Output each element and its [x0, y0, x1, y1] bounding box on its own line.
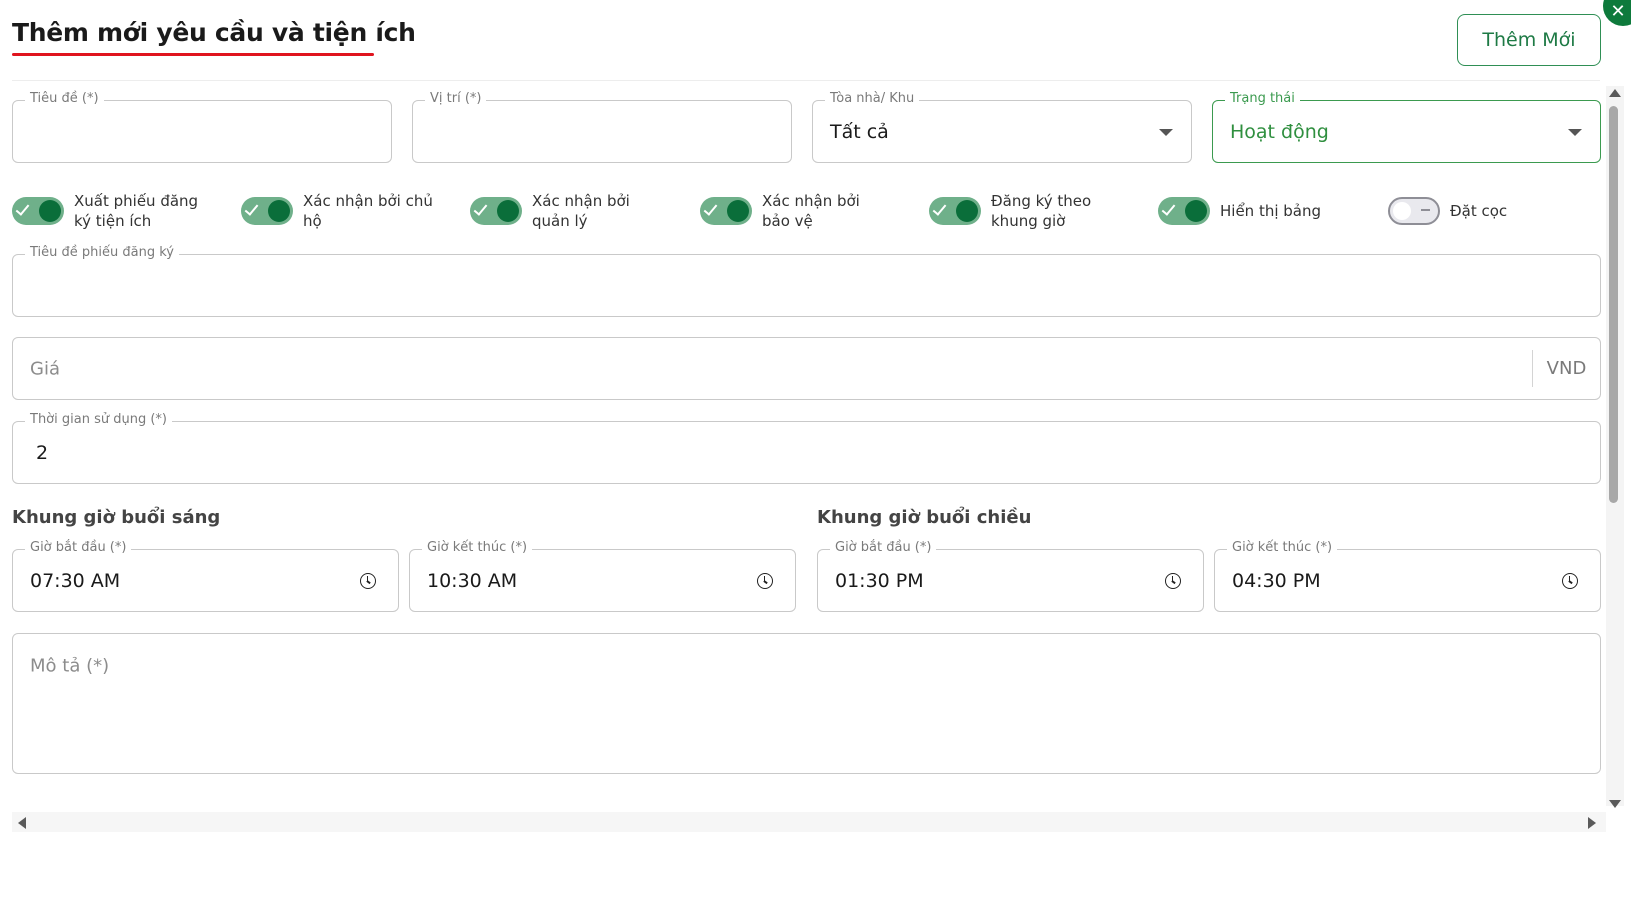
price-placeholder: Giá [30, 358, 60, 379]
afternoon-start-value: 01:30 PM [835, 569, 924, 592]
building-select-label: Tòa nhà/ Khu [825, 91, 920, 106]
toggle-label: Xuất phiếu đăng ký tiện ích [74, 192, 199, 230]
location-field-label: Vị trí (*) [425, 91, 487, 106]
morning-start-label: Giờ bắt đầu (*) [25, 540, 132, 555]
toggle-switch[interactable] [470, 197, 522, 225]
building-select-value: Tất cả [830, 120, 889, 143]
toggle-time-slot[interactable]: Đăng ký theo khung giờ [929, 189, 1121, 233]
morning-start-field[interactable]: Giờ bắt đầu (*) 07:30 AM [12, 540, 399, 612]
clock-icon[interactable] [1562, 572, 1578, 589]
toggle-switch[interactable] [12, 197, 64, 225]
toggle-confirm-guard[interactable]: Xác nhận bởi bảo vệ [700, 189, 892, 233]
check-icon [473, 201, 488, 216]
clock-icon[interactable] [360, 572, 376, 589]
chevron-down-icon [1159, 128, 1173, 136]
toggle-switch[interactable] [241, 197, 293, 225]
scroll-left-icon[interactable] [18, 817, 26, 829]
toggle-deposit[interactable]: Đặt cọc [1388, 189, 1580, 233]
header-divider [12, 80, 1600, 81]
toggle-label: Xác nhận bởi bảo vệ [762, 192, 860, 230]
afternoon-end-field[interactable]: Giờ kết thúc (*) 04:30 PM [1214, 540, 1601, 612]
usage-time-label: Thời gian sử dụng (*) [25, 412, 172, 427]
price-currency: VND [1532, 350, 1600, 387]
morning-end-value: 10:30 AM [427, 569, 518, 592]
status-select-label: Trạng thái [1225, 91, 1300, 106]
title-underline [12, 53, 374, 56]
check-icon [703, 201, 718, 216]
scroll-up-icon[interactable] [1609, 89, 1621, 97]
dialog-title: Thêm mới yêu cầu và tiện ích [12, 18, 416, 47]
check-icon [244, 201, 259, 216]
clock-icon[interactable] [757, 572, 773, 589]
minus-icon [1421, 209, 1430, 211]
toggle-switch[interactable] [1388, 197, 1440, 225]
add-new-button[interactable]: Thêm Mới [1457, 14, 1601, 66]
afternoon-end-label: Giờ kết thúc (*) [1227, 540, 1338, 555]
add-utility-dialog: Thêm mới yêu cầu và tiện ích Thêm Mới ✕ … [0, 0, 1631, 920]
toggle-show-board[interactable]: Hiển thị bảng [1158, 189, 1350, 233]
toggle-label: Xác nhận bởi chủ hộ [303, 192, 433, 230]
chevron-down-icon [1568, 128, 1582, 136]
check-icon [932, 201, 947, 216]
toggle-export-form[interactable]: Xuất phiếu đăng ký tiện ích [12, 189, 204, 233]
horizontal-scrollbar[interactable] [12, 812, 1606, 832]
usage-time-value: 2 [36, 441, 49, 464]
building-select[interactable]: Tòa nhà/ Khu Tất cả [812, 91, 1192, 163]
morning-end-label: Giờ kết thúc (*) [422, 540, 533, 555]
price-field[interactable]: Giá VND [12, 337, 1601, 400]
morning-end-field[interactable]: Giờ kết thúc (*) 10:30 AM [409, 540, 796, 612]
toggle-confirm-manager[interactable]: Xác nhận bởi quản lý [470, 189, 662, 233]
vertical-scroll-thumb[interactable] [1609, 106, 1618, 503]
check-icon [15, 201, 30, 216]
morning-start-value: 07:30 AM [30, 569, 121, 592]
afternoon-slot-title: Khung giờ buổi chiều [817, 507, 1032, 528]
title-field[interactable]: Tiêu đề (*) [12, 91, 392, 163]
toggle-switch[interactable] [929, 197, 981, 225]
status-select-value: Hoạt động [1230, 120, 1329, 143]
toggle-label: Đặt cọc [1450, 202, 1508, 220]
afternoon-start-field[interactable]: Giờ bắt đầu (*) 01:30 PM [817, 540, 1204, 612]
location-field[interactable]: Vị trí (*) [412, 91, 792, 163]
form-title-label: Tiêu đề phiếu đăng ký [25, 245, 179, 260]
description-placeholder: Mô tả (*) [30, 655, 110, 677]
afternoon-start-label: Giờ bắt đầu (*) [830, 540, 937, 555]
form-title-field[interactable]: Tiêu đề phiếu đăng ký [12, 245, 1601, 317]
morning-slot-title: Khung giờ buổi sáng [12, 507, 221, 528]
usage-time-field[interactable]: Thời gian sử dụng (*) 2 [12, 412, 1601, 484]
toggle-label: Hiển thị bảng [1220, 202, 1322, 220]
clock-icon[interactable] [1165, 572, 1181, 589]
description-field[interactable]: Mô tả (*) [12, 633, 1601, 774]
afternoon-end-value: 04:30 PM [1232, 569, 1321, 592]
title-field-label: Tiêu đề (*) [25, 91, 104, 106]
toggle-switch[interactable] [1158, 197, 1210, 225]
check-icon [1161, 201, 1176, 216]
toggle-confirm-owner[interactable]: Xác nhận bởi chủ hộ [241, 189, 433, 233]
toggle-switch[interactable] [700, 197, 752, 225]
scroll-right-icon[interactable] [1588, 817, 1596, 829]
status-select[interactable]: Trạng thái Hoạt động [1212, 91, 1601, 163]
close-icon[interactable]: ✕ [1603, 0, 1631, 26]
toggle-label: Xác nhận bởi quản lý [532, 192, 630, 230]
scroll-down-icon[interactable] [1609, 800, 1621, 808]
toggle-label: Đăng ký theo khung giờ [991, 192, 1092, 230]
